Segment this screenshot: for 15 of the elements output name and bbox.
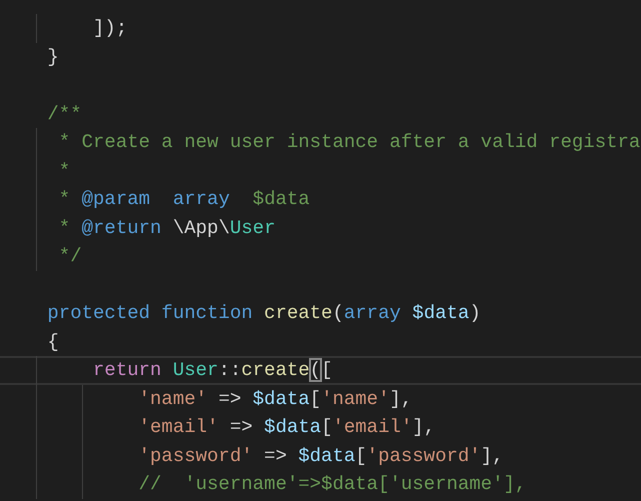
code-line: 'password' => $data['password'],	[0, 442, 641, 470]
code-line: return User::create([	[0, 356, 641, 384]
code-line: {	[46, 330, 60, 354]
code-line: ]);	[0, 14, 641, 42]
code-line: // 'username'=>$data['username'],	[0, 470, 641, 498]
code-line: * @return \App\User	[0, 214, 641, 242]
code-line: * @param array $data	[0, 185, 641, 214]
code-line: *	[0, 156, 641, 185]
code-line: }	[46, 44, 60, 70]
code-line: * Create a new user instance after a valid registra	[0, 128, 641, 156]
code-line: 'name' => $data['name'],	[0, 384, 641, 413]
code-line: protected function create(array $data)	[46, 301, 482, 326]
code-line: 'email' => $data['email'],	[0, 413, 641, 442]
code-line: */	[0, 242, 641, 270]
code-line: /**	[46, 102, 83, 126]
